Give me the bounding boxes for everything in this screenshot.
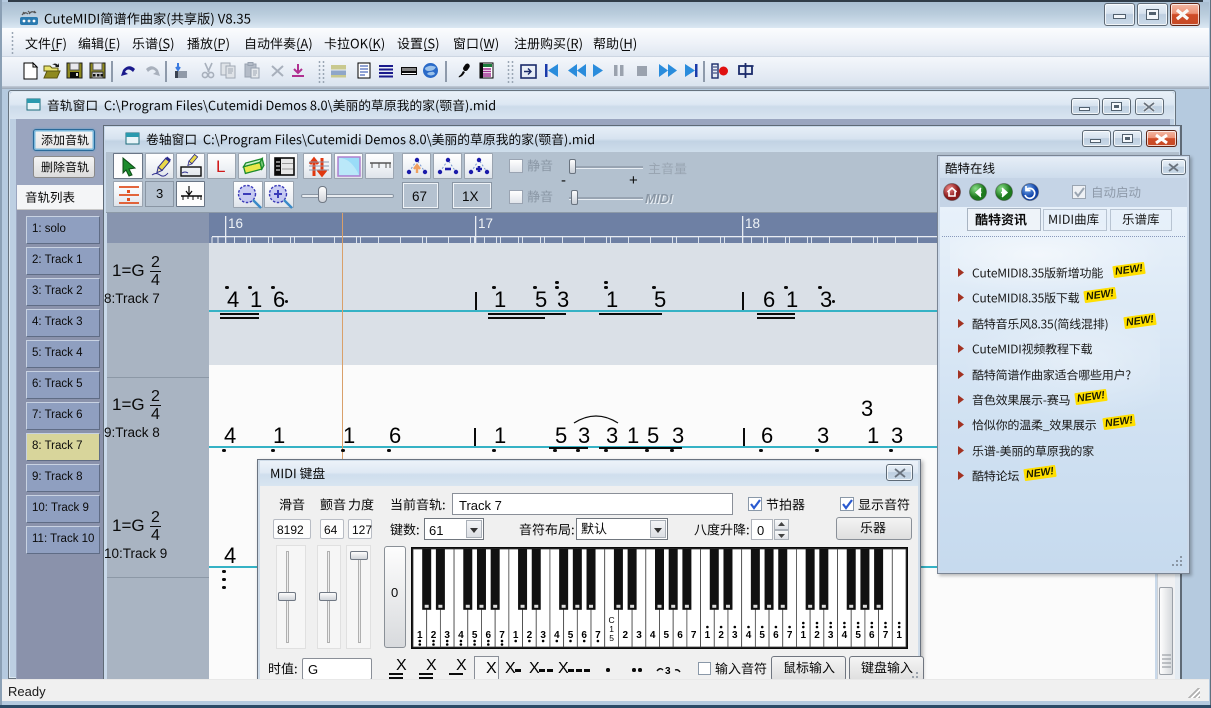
svg-text:2: 2: [814, 630, 820, 641]
svg-text:4: 4: [650, 630, 656, 641]
svg-text:4: 4: [554, 630, 560, 641]
svg-text:4: 4: [458, 630, 464, 641]
svg-text:6: 6: [869, 630, 875, 641]
svg-text:2: 2: [718, 630, 724, 641]
svg-text:7: 7: [691, 630, 697, 641]
svg-text:1: 1: [705, 630, 711, 641]
svg-text:1: 1: [896, 630, 902, 641]
svg-text:2: 2: [431, 630, 437, 641]
svg-text:1: 1: [513, 630, 519, 641]
svg-text:2: 2: [527, 630, 533, 641]
svg-text:5: 5: [664, 630, 670, 641]
svg-text:3: 3: [444, 630, 450, 641]
svg-text:4: 4: [842, 630, 848, 641]
svg-text:4: 4: [746, 630, 752, 641]
svg-text:1: 1: [801, 630, 807, 641]
svg-text:5: 5: [759, 630, 765, 641]
svg-text:3: 3: [828, 630, 834, 641]
svg-text:5: 5: [472, 630, 478, 641]
svg-text:5: 5: [568, 630, 574, 641]
svg-text:7: 7: [787, 630, 793, 641]
svg-text:3: 3: [665, 666, 671, 677]
svg-text:1: 1: [417, 630, 423, 641]
svg-text:3: 3: [732, 630, 738, 641]
svg-text:7: 7: [499, 630, 505, 641]
svg-text:2: 2: [623, 630, 629, 641]
svg-text:6: 6: [773, 630, 779, 641]
svg-text:3: 3: [540, 630, 546, 641]
svg-text:6: 6: [486, 630, 492, 641]
svg-text:6: 6: [677, 630, 683, 641]
svg-text:7: 7: [595, 630, 601, 641]
svg-text:3: 3: [636, 630, 642, 641]
svg-text:5: 5: [855, 630, 861, 641]
svg-text:6: 6: [581, 630, 587, 641]
svg-text:5: 5: [609, 633, 614, 643]
svg-text:7: 7: [883, 630, 889, 641]
